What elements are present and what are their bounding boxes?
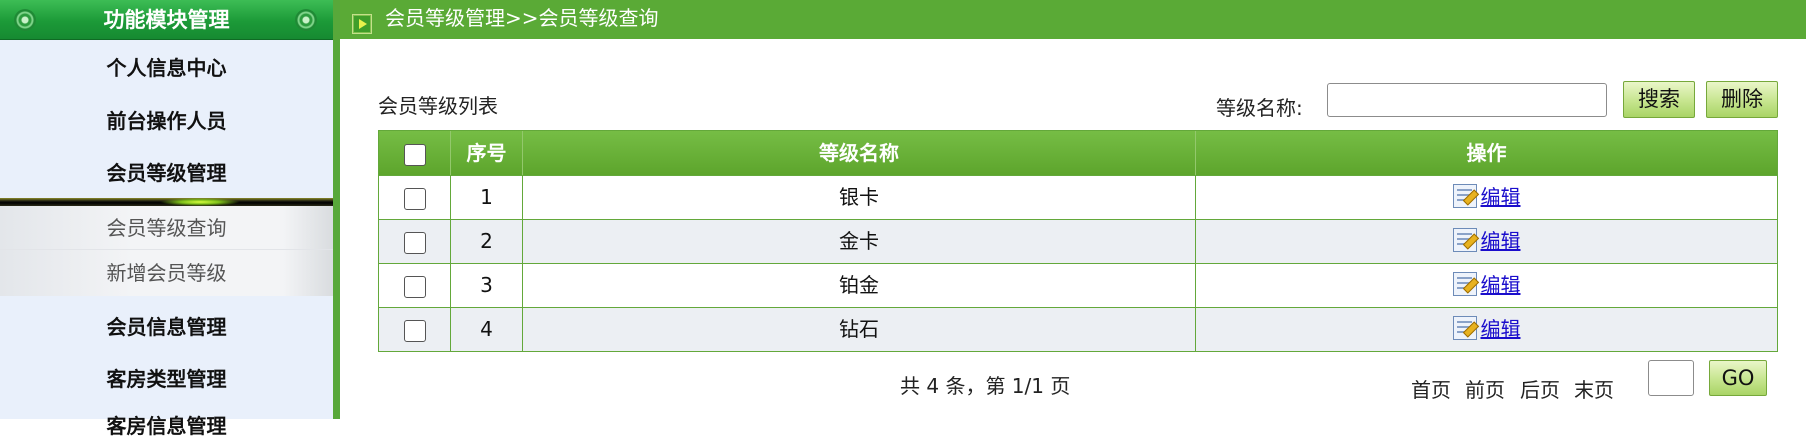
topbar: 会员等级管理>>会员等级查询	[340, 0, 1806, 39]
row-level-name: 钻石	[523, 308, 1196, 351]
submenu-item-add-level[interactable]: 新增会员等级	[0, 251, 333, 295]
header-level-name: 等级名称	[523, 131, 1196, 175]
row-index: 2	[451, 220, 523, 263]
delete-button[interactable]: 删除	[1706, 81, 1778, 118]
row-level-name: 银卡	[523, 176, 1196, 219]
table-row: 3 铂金 编辑	[379, 263, 1777, 307]
search-button[interactable]: 搜索	[1623, 81, 1695, 118]
row-action-cell: 编辑	[1196, 264, 1777, 307]
sidebar-item-room-info[interactable]: 客房信息管理	[0, 410, 333, 439]
row-checkbox[interactable]	[403, 187, 426, 210]
pager-last-link[interactable]: 末页	[1574, 374, 1614, 403]
row-level-name: 铂金	[523, 264, 1196, 307]
row-level-name: 金卡	[523, 220, 1196, 263]
list-title: 会员等级列表	[378, 94, 498, 118]
sidebar-item-room-type[interactable]: 客房类型管理	[0, 363, 333, 392]
page-number-input[interactable]	[1648, 360, 1694, 396]
edit-link[interactable]: 编辑	[1481, 273, 1521, 297]
row-action-cell: 编辑	[1196, 176, 1777, 219]
row-index: 1	[451, 176, 523, 219]
edit-link[interactable]: 编辑	[1481, 185, 1521, 209]
row-select-cell	[379, 220, 451, 263]
pager-first-link[interactable]: 首页	[1411, 374, 1451, 403]
go-button[interactable]: GO	[1709, 360, 1767, 396]
pager-prev-link[interactable]: 前页	[1465, 374, 1505, 403]
orb-icon	[295, 9, 317, 31]
sidebar: 功能模块管理 个人信息中心 前台操作人员 会员等级管理 会员等级查询 新增会员等…	[0, 0, 333, 438]
edit-link[interactable]: 编辑	[1481, 317, 1521, 341]
level-name-input[interactable]	[1327, 83, 1607, 117]
sidebar-item-profile[interactable]: 个人信息中心	[0, 52, 333, 81]
row-action-cell: 编辑	[1196, 308, 1777, 351]
table-row: 4 钻石 编辑	[379, 307, 1777, 351]
table-header: 序号 等级名称 操作	[379, 131, 1777, 175]
select-all-checkbox[interactable]	[403, 143, 426, 166]
edit-icon[interactable]	[1452, 228, 1477, 252]
submenu-item-level-query[interactable]: 会员等级查询	[0, 206, 333, 250]
edit-icon[interactable]	[1452, 272, 1477, 296]
row-checkbox[interactable]	[403, 231, 426, 254]
sidebar-item-front-staff[interactable]: 前台操作人员	[0, 105, 333, 134]
row-action-cell: 编辑	[1196, 220, 1777, 263]
breadcrumb: 会员等级管理>>会员等级查询	[385, 6, 659, 30]
edit-link[interactable]: 编辑	[1481, 229, 1521, 253]
sidebar-header: 功能模块管理	[0, 0, 333, 40]
row-checkbox[interactable]	[403, 319, 426, 342]
play-icon	[352, 14, 372, 34]
table-row: 2 金卡 编辑	[379, 219, 1777, 263]
pager-next-link[interactable]: 后页	[1520, 374, 1560, 403]
row-checkbox[interactable]	[403, 275, 426, 298]
level-table: 序号 等级名称 操作 1 银卡 编辑 2 金卡 编辑 3 铂金 编辑 4 钻石 …	[378, 130, 1778, 352]
edit-icon[interactable]	[1452, 184, 1477, 208]
header-action: 操作	[1466, 141, 1507, 165]
row-select-cell	[379, 176, 451, 219]
edit-icon[interactable]	[1452, 316, 1477, 340]
header-select-cell	[379, 131, 451, 175]
row-index: 4	[451, 308, 523, 351]
sidebar-item-member-info[interactable]: 会员信息管理	[0, 311, 333, 340]
sidebar-item-member-level[interactable]: 会员等级管理	[0, 157, 333, 186]
sidebar-divider	[333, 0, 340, 419]
row-select-cell	[379, 264, 451, 307]
pager-summary: 共 4 条，第 1/1 页	[900, 374, 1071, 398]
header-index: 序号	[451, 131, 523, 175]
row-select-cell	[379, 308, 451, 351]
sidebar-title: 功能模块管理	[103, 8, 230, 32]
row-index: 3	[451, 264, 523, 307]
filter-label: 等级名称:	[1216, 96, 1303, 120]
table-row: 1 银卡 编辑	[379, 175, 1777, 219]
sidebar-separator	[0, 198, 333, 206]
